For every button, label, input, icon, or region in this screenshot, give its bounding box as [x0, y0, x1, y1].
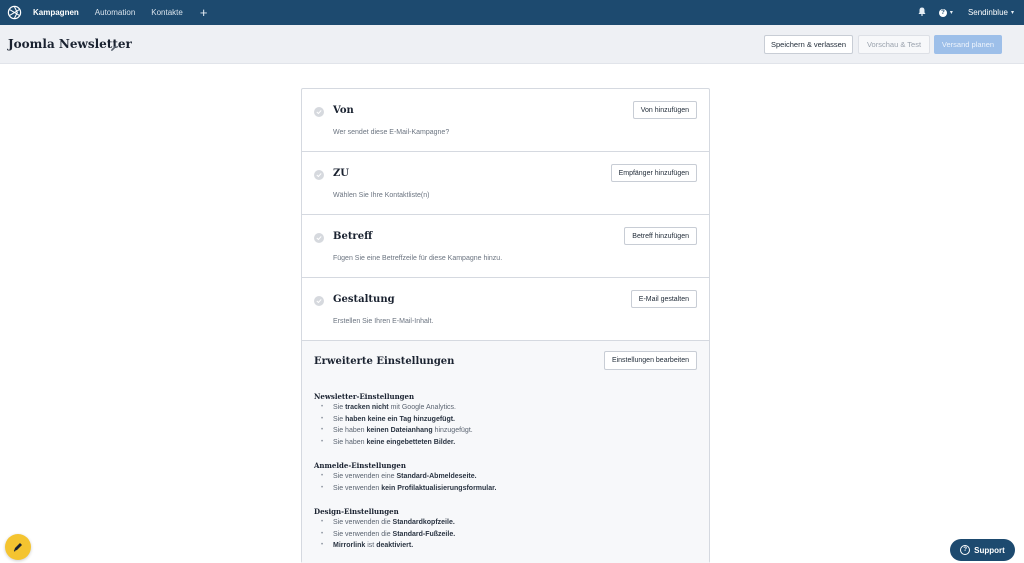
- setting-value: haben keine ein Tag hinzugefügt.: [345, 415, 455, 423]
- help-circle-icon: ?: [938, 8, 947, 17]
- setting-text: Sie verwenden die: [333, 530, 393, 538]
- section-from: Von Wer sendet diese E-Mail-Kampagne? Vo…: [302, 89, 709, 152]
- save-and-leave-button[interactable]: Speichern & verlassen: [764, 35, 853, 54]
- section-subtitle: Wählen Sie Ihre Kontaktliste(n): [333, 192, 430, 199]
- account-menu[interactable]: Sendinblue ▾: [968, 8, 1014, 17]
- setting-value: Standardkopfzeile.: [392, 519, 455, 526]
- setting-text: Sie haben: [333, 438, 367, 446]
- settings-list-item: Mirrorlink ist deaktiviert.: [314, 540, 455, 552]
- section-subtitle: Fügen Sie eine Betreffzeile für diese Ka…: [333, 255, 503, 262]
- setting-value: deaktiviert.: [376, 542, 414, 549]
- campaign-setup-card: Von Wer sendet diese E-Mail-Kampagne? Vo…: [301, 88, 710, 563]
- support-label: Support: [974, 545, 1005, 555]
- schedule-send-button[interactable]: Versand planen: [934, 35, 1002, 54]
- advanced-settings-title: Erweiterte Einstellungen: [314, 356, 455, 367]
- settings-list: Sie tracken nicht mit Google Analytics.S…: [314, 402, 473, 448]
- setting-text: Sie haben: [333, 427, 367, 434]
- pencil-icon[interactable]: [110, 39, 119, 51]
- nav-item-kontakte[interactable]: Kontakte: [151, 0, 183, 25]
- settings-list-item: Sie haben keine ein Tag hinzugefügt.: [314, 414, 473, 426]
- setting-text: Sie verwenden: [333, 484, 382, 492]
- help-menu[interactable]: ? ▾: [938, 8, 953, 17]
- settings-list-item: Sie verwenden die Standardkopfzeile.: [314, 517, 455, 529]
- add-recipients-button[interactable]: Empfänger hinzufügen: [610, 164, 697, 182]
- setting-text: Sie verwenden die: [333, 519, 393, 526]
- settings-list-item: Sie haben keinen Dateianhang hinzugefügt…: [314, 425, 473, 437]
- settings-list-item: Sie verwenden die Standard-Fußzeile.: [314, 529, 455, 541]
- settings-list-item: Sie verwenden kein Profilaktualisierungs…: [314, 483, 496, 495]
- section-subtitle: Wer sendet diese E-Mail-Kampagne?: [333, 129, 450, 136]
- design-settings-group: Design-Einstellungen Sie verwenden die S…: [314, 506, 455, 552]
- group-title: Design-Einstellungen: [314, 507, 399, 516]
- nav-item-kampagnen[interactable]: Kampagnen: [33, 0, 79, 25]
- add-subject-button[interactable]: Betreff hinzufügen: [624, 227, 697, 245]
- bell-icon[interactable]: [918, 7, 926, 18]
- section-subtitle: Erstellen Sie Ihren E-Mail-Inhalt.: [333, 318, 434, 325]
- setting-text: Sie verwenden eine: [333, 473, 397, 480]
- pen-tool-icon[interactable]: [5, 534, 31, 560]
- nav-item-automation[interactable]: Automation: [95, 0, 135, 25]
- sendinblue-logo-icon[interactable]: [6, 4, 23, 21]
- setting-text: Sie: [333, 404, 346, 411]
- advanced-settings: Erweiterte Einstellungen Einstellungen b…: [302, 341, 709, 563]
- question-icon: ?: [960, 545, 971, 555]
- section-title: ZU: [333, 168, 350, 179]
- group-title: Newsletter-Einstellungen: [314, 392, 415, 401]
- chevron-down-icon: ▾: [949, 10, 953, 16]
- support-button[interactable]: ? Support: [950, 539, 1015, 561]
- check-circle-icon: [314, 170, 324, 180]
- group-title: Anmelde-Einstellungen: [314, 461, 406, 470]
- setting-value: Mirrorlink: [333, 542, 366, 549]
- section-title: Von: [333, 105, 354, 116]
- edit-settings-button[interactable]: Einstellungen bearbeiten: [603, 351, 697, 370]
- setting-text: mit Google Analytics.: [388, 404, 456, 411]
- account-name: Sendinblue: [967, 8, 1008, 17]
- setting-value: keine eingebetteten Bilder.: [366, 438, 456, 446]
- setting-value: kein Profilaktualisierungsformular.: [381, 484, 497, 492]
- campaign-header: Joomla Newsletter Speichern & verlassen …: [0, 25, 1024, 64]
- check-circle-icon: [314, 296, 324, 306]
- settings-list-item: Sie haben keine eingebetteten Bilder.: [314, 437, 473, 449]
- settings-list: Sie verwenden eine Standard-Abmeldeseite…: [314, 471, 496, 494]
- check-circle-icon: [314, 107, 324, 117]
- add-sender-button[interactable]: Von hinzufügen: [632, 101, 697, 119]
- setting-value: Standard-Fußzeile.: [392, 530, 456, 538]
- settings-list-item: Sie verwenden eine Standard-Abmeldeseite…: [314, 471, 496, 483]
- settings-list-item: Sie tracken nicht mit Google Analytics.: [314, 402, 473, 414]
- setting-text: Sie: [333, 415, 346, 423]
- section-subject: Betreff Fügen Sie eine Betreffzeile für …: [302, 215, 709, 278]
- signup-settings-group: Anmelde-Einstellungen Sie verwenden eine…: [314, 460, 496, 494]
- section-title: Gestaltung: [333, 294, 395, 305]
- section-design: Gestaltung Erstellen Sie Ihren E-Mail-In…: [302, 278, 709, 341]
- setting-value: Standard-Abmeldeseite.: [396, 473, 477, 480]
- plus-icon[interactable]: +: [200, 0, 208, 25]
- check-circle-icon: [314, 233, 324, 243]
- section-title: Betreff: [333, 231, 373, 242]
- settings-list: Sie verwenden die Standardkopfzeile.Sie …: [314, 517, 455, 552]
- preview-test-button[interactable]: Vorschau & Test: [858, 35, 930, 54]
- setting-text: hinzugefügt.: [432, 427, 473, 434]
- chevron-down-icon: ▾: [1010, 10, 1014, 16]
- section-to: ZU Wählen Sie Ihre Kontaktliste(n) Empfä…: [302, 152, 709, 215]
- setting-value: keinen Dateianhang: [366, 427, 433, 434]
- design-email-button[interactable]: E-Mail gestalten: [630, 290, 697, 308]
- setting-value: tracken nicht: [345, 404, 389, 411]
- newsletter-settings-group: Newsletter-Einstellungen Sie tracken nic…: [314, 391, 473, 448]
- setting-text: ist: [365, 542, 377, 549]
- top-navigation: Kampagnen Automation Kontakte + ? ▾ Send…: [0, 0, 1024, 25]
